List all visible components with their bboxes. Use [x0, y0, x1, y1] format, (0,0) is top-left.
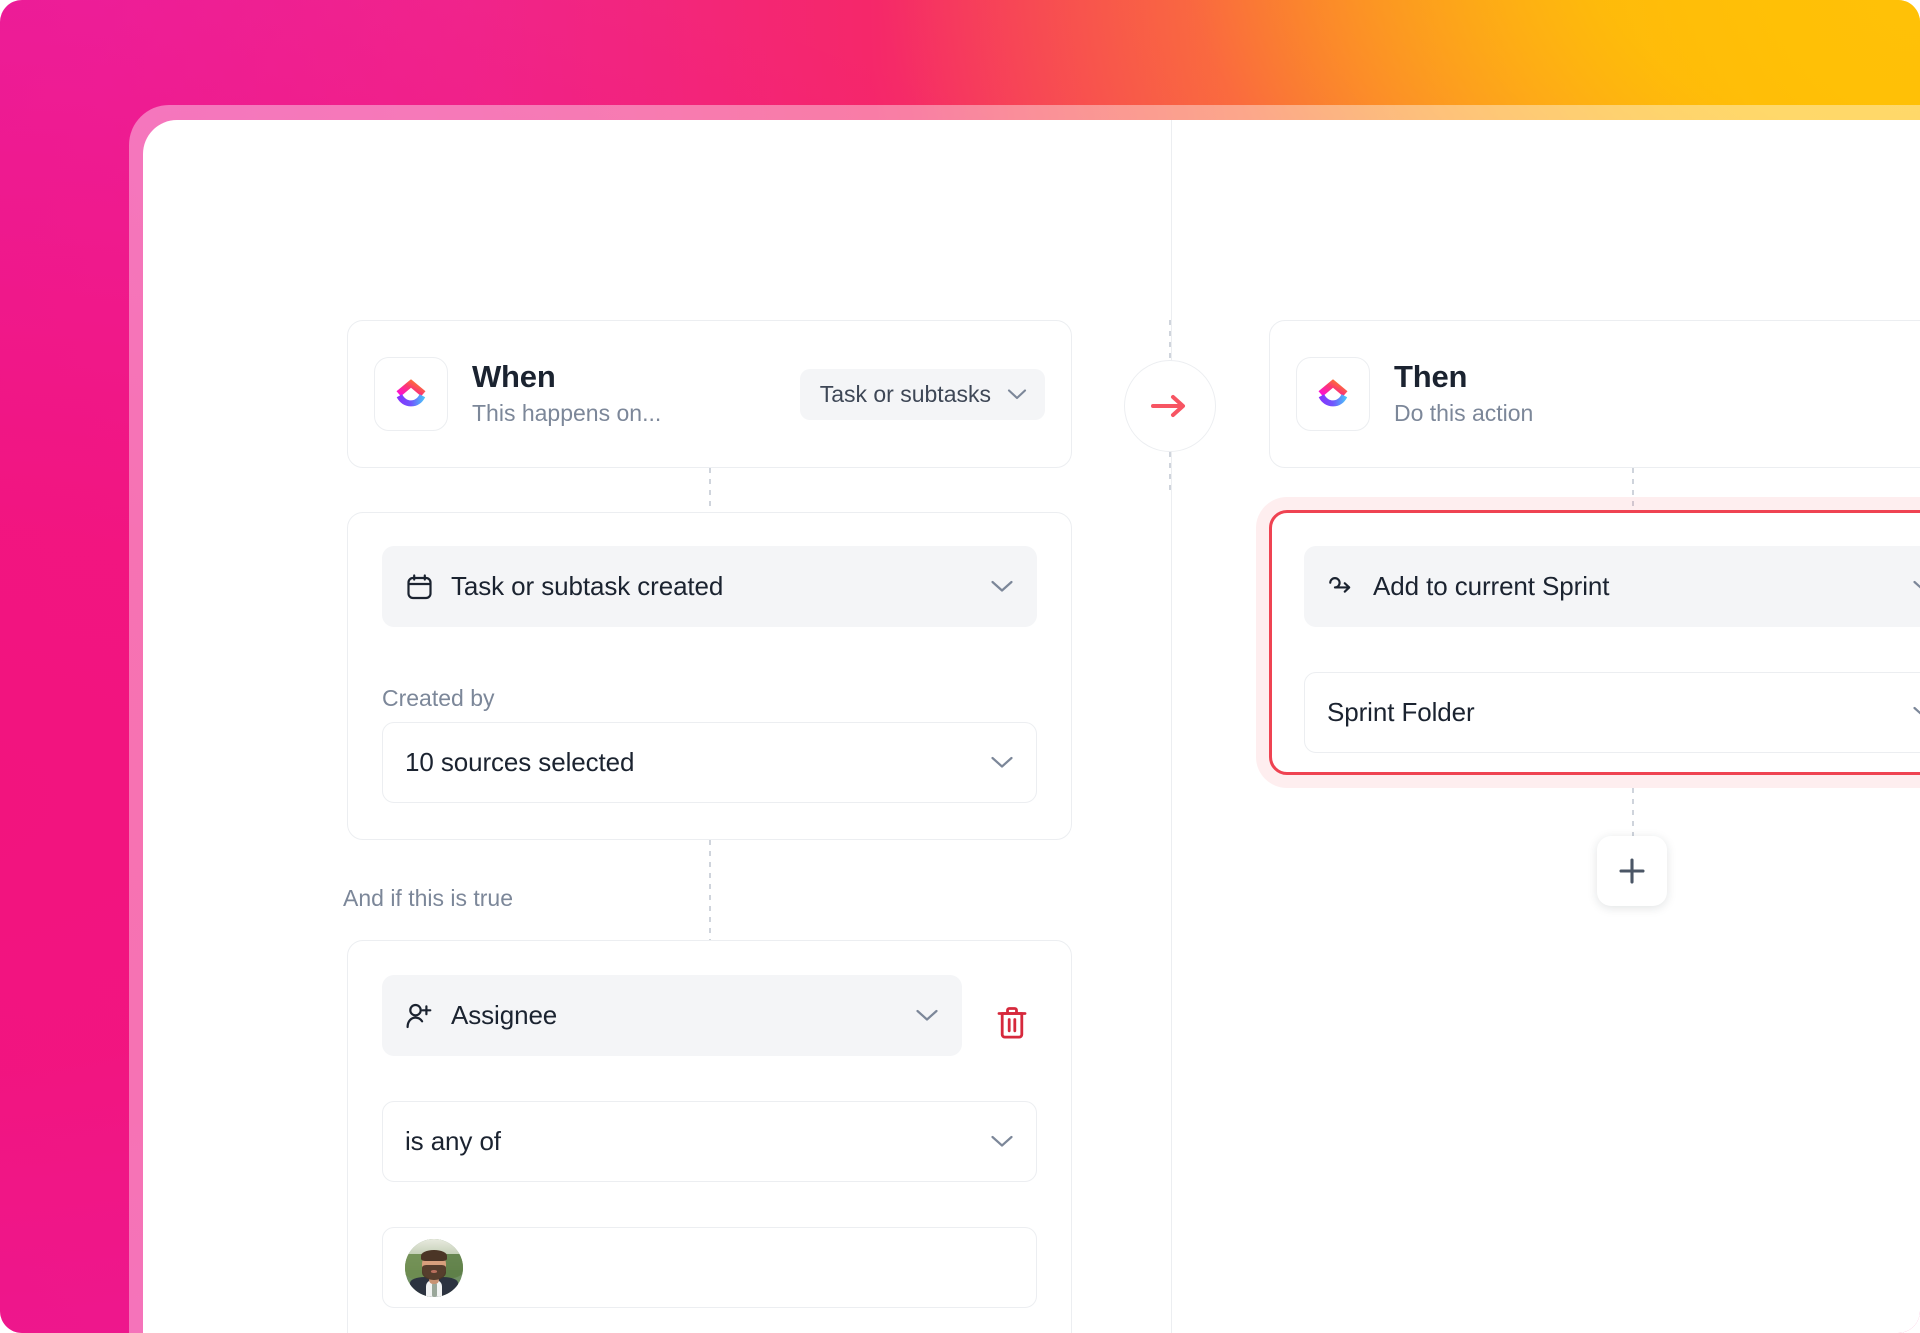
user-plus-icon	[405, 1002, 433, 1030]
then-subtitle: Do this action	[1394, 399, 1534, 426]
app-root: When This happens on... Task or subtasks	[0, 0, 1920, 1333]
then-header-text: Then Do this action	[1394, 359, 1533, 428]
clickup-logo-icon	[396, 379, 426, 407]
chevron-down-icon	[1912, 705, 1920, 720]
action-select[interactable]: Add to current Sprint	[1304, 546, 1920, 627]
connector-when-to-trigger	[709, 468, 711, 512]
automation-builder-window: When This happens on... Task or subtasks	[143, 120, 1920, 1333]
when-header-card: When This happens on... Task or subtasks	[347, 320, 1072, 468]
created-by-value: 10 sources selected	[405, 747, 635, 777]
arrow-right-icon	[1151, 395, 1185, 417]
chevron-down-icon	[990, 1134, 1014, 1149]
connector-trigger-to-condition	[709, 840, 711, 940]
calendar-icon	[405, 573, 433, 601]
sprint-arrow-icon	[1327, 573, 1355, 601]
trigger-event-select[interactable]: Task or subtask created	[382, 546, 1037, 627]
condition-operator-value: is any of	[405, 1126, 501, 1156]
created-by-select[interactable]: 10 sources selected	[382, 722, 1037, 803]
trigger-scope-value: Task or subtasks	[819, 380, 991, 407]
when-header-text: When This happens on...	[472, 359, 661, 428]
trash-icon	[997, 1007, 1027, 1039]
then-header-card: Then Do this action	[1269, 320, 1920, 468]
when-title: When	[472, 359, 556, 395]
condition-field-select[interactable]: Assignee	[382, 975, 962, 1056]
plus-icon	[1619, 858, 1645, 884]
condition-section-label: And if this is true	[343, 885, 514, 911]
clickup-logo-box	[1296, 357, 1370, 431]
action-value: Add to current Sprint	[1373, 571, 1610, 601]
when-subtitle: This happens on...	[472, 399, 662, 426]
chevron-down-icon	[990, 579, 1014, 594]
chevron-down-icon	[915, 1008, 939, 1023]
connector-action-to-add	[1632, 788, 1634, 836]
action-target-select[interactable]: Sprint Folder	[1304, 672, 1920, 753]
chevron-down-icon	[990, 755, 1014, 770]
connector-below-arrow	[1169, 452, 1171, 490]
column-divider	[1171, 120, 1172, 1333]
trigger-scope-select[interactable]: Task or subtasks	[799, 368, 1045, 420]
delete-condition-button[interactable]	[981, 992, 1043, 1054]
chevron-down-icon	[1007, 388, 1027, 399]
chevron-down-icon	[1912, 579, 1920, 594]
connector-then-to-action	[1632, 468, 1634, 512]
condition-values-field[interactable]	[382, 1227, 1037, 1308]
connector-above-arrow	[1169, 320, 1171, 364]
trigger-event-value: Task or subtask created	[451, 571, 724, 601]
flow-direction-badge	[1124, 360, 1216, 452]
condition-field-value: Assignee	[451, 1000, 558, 1030]
clickup-logo-icon	[1318, 379, 1348, 407]
clickup-logo-box	[374, 357, 448, 431]
then-title: Then	[1394, 359, 1468, 395]
created-by-label: Created by	[382, 685, 495, 711]
action-target-value: Sprint Folder	[1327, 697, 1475, 727]
user-avatar	[405, 1238, 463, 1297]
condition-operator-select[interactable]: is any of	[382, 1101, 1037, 1182]
add-action-button[interactable]	[1597, 836, 1667, 906]
